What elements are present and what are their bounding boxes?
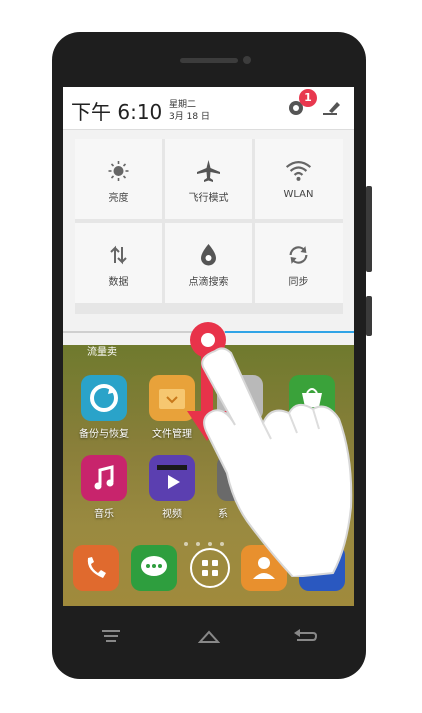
- tile-data[interactable]: 数据: [75, 223, 162, 303]
- tile-label: 亮度: [108, 193, 129, 204]
- tile-label: 点滴搜索: [188, 277, 229, 288]
- front-camera: [243, 56, 251, 64]
- notification-badge: 1: [299, 89, 317, 107]
- volume-button: [366, 186, 372, 272]
- edit-icon[interactable]: [321, 99, 341, 117]
- app-label-backup: 备份与恢复: [79, 429, 129, 440]
- home-key[interactable]: [197, 628, 221, 647]
- tile-label: WLAN: [283, 189, 314, 200]
- tile-brightness[interactable]: 亮度: [75, 139, 162, 219]
- messages-icon[interactable]: [131, 545, 177, 591]
- earpiece-speaker: [180, 58, 238, 63]
- app-label-music: 音乐: [94, 509, 114, 520]
- tile-wlan[interactable]: WLAN: [255, 139, 343, 219]
- phone-icon[interactable]: [73, 545, 119, 591]
- date: 3月 18 日: [169, 112, 210, 122]
- tile-sync[interactable]: 同步: [255, 223, 343, 303]
- quick-settings-grid: 亮度 飞行模式 WLAN 数据 点滴搜索 同步: [75, 139, 343, 314]
- clock: 下午 6:10: [71, 100, 163, 124]
- wifi-icon: [285, 161, 312, 181]
- status-bar: 下午 6:10 星期二 3月 18 日 1: [63, 87, 354, 130]
- brightness-icon: [108, 161, 129, 181]
- drop-search-icon: [201, 244, 216, 266]
- notification-shade: 下午 6:10 星期二 3月 18 日 1 亮度 飞行模式 WLAN 数据 点滴…: [63, 87, 354, 345]
- tile-label: 数据: [108, 277, 129, 288]
- screen: 流量卖 备份与恢复 文件管理 手 音乐 视频 系: [63, 87, 354, 606]
- backup-icon[interactable]: [81, 375, 127, 421]
- back-key[interactable]: [293, 628, 318, 647]
- sync-icon: [289, 246, 308, 264]
- tile-drop-search[interactable]: 点滴搜索: [165, 223, 252, 303]
- tile-airplane[interactable]: 飞行模式: [165, 139, 252, 219]
- tile-label: 同步: [288, 277, 309, 288]
- partial-app-label: 流量卖: [87, 347, 117, 358]
- hand-pointer-icon: [201, 347, 353, 577]
- menu-key[interactable]: [102, 628, 120, 647]
- airplane-icon: [197, 160, 220, 182]
- shade-progress-line: [225, 331, 354, 333]
- data-arrows-icon: [110, 245, 127, 265]
- tile-label: 飞行模式: [188, 193, 229, 204]
- power-button: [366, 296, 372, 336]
- music-icon[interactable]: [81, 455, 127, 501]
- video-icon[interactable]: [149, 455, 195, 501]
